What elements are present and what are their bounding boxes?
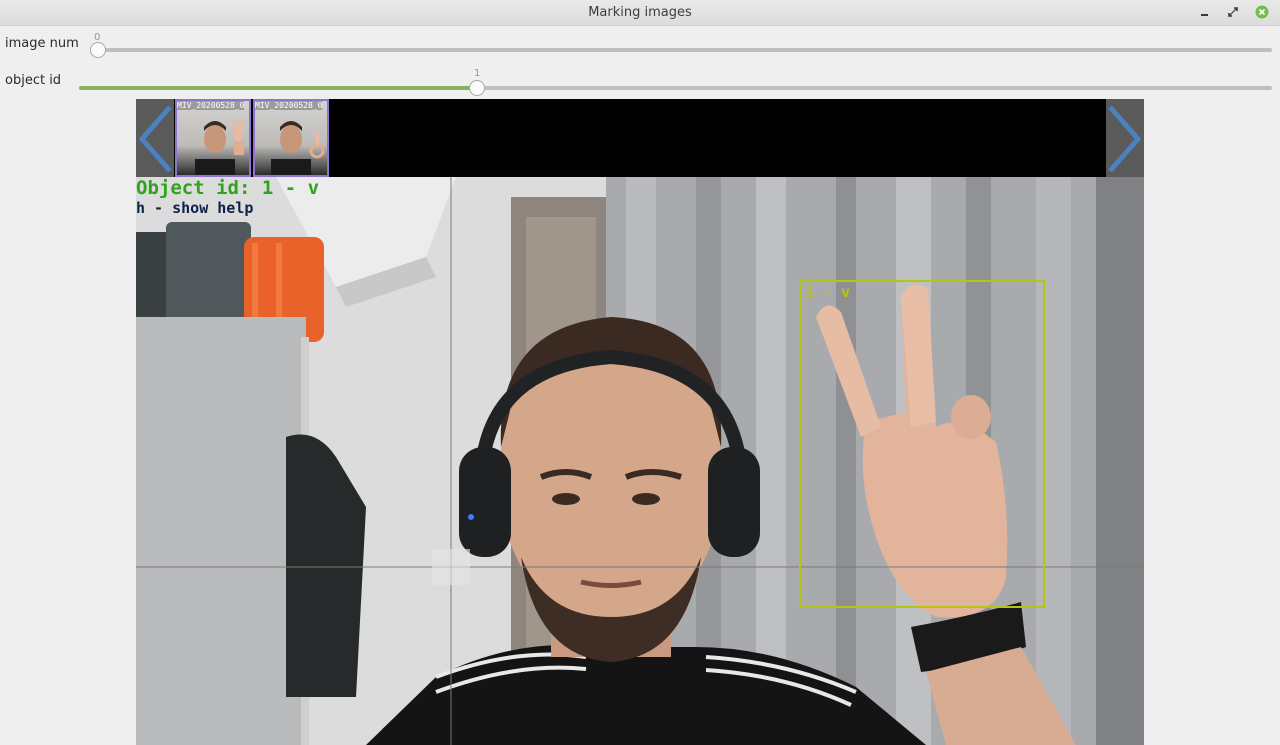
- thumbnail-strip: MIV_20200528_0 MIV_20200528_0: [136, 99, 1144, 177]
- photo-scene[interactable]: Object id: 1 - v h - show help 1 - v: [136, 177, 1144, 745]
- object-id-value: 1: [474, 68, 481, 79]
- image-num-slider[interactable]: [90, 48, 1272, 52]
- close-icon[interactable]: [1255, 5, 1269, 19]
- next-image-button[interactable]: [1106, 99, 1144, 177]
- image-num-label: image num: [5, 36, 79, 51]
- thumbnail-image: [195, 118, 244, 175]
- thumbnail-item[interactable]: MIV_20200528_0: [253, 99, 329, 177]
- title-bar: Marking images: [0, 0, 1280, 26]
- object-id-slider[interactable]: [79, 86, 1272, 90]
- object-id-label: object id: [5, 73, 62, 88]
- object-id-slider-thumb[interactable]: [469, 80, 485, 96]
- maximize-icon[interactable]: [1226, 5, 1240, 19]
- window-title: Marking images: [588, 5, 692, 20]
- chevron-left-icon: [138, 105, 172, 173]
- prev-image-button[interactable]: [136, 99, 174, 177]
- bounding-box-label: 1 - v: [805, 283, 851, 301]
- thumbnail-label: MIV_20200528_0: [177, 101, 245, 110]
- thumbnail-item[interactable]: MIV_20200528_0: [175, 99, 251, 177]
- bounding-box[interactable]: 1 - v: [799, 280, 1045, 608]
- minimize-icon[interactable]: [1198, 5, 1212, 19]
- object-id-overlay: Object id: 1 - v: [136, 177, 320, 199]
- thumbnail-label: MIV_20200528_0: [255, 101, 323, 110]
- thumbnail-image: [271, 121, 325, 175]
- image-num-slider-thumb[interactable]: [90, 42, 106, 58]
- chevron-right-icon: [1108, 105, 1142, 173]
- object-id-slider-fill: [79, 86, 477, 90]
- help-hint-overlay: h - show help: [136, 199, 254, 217]
- image-canvas[interactable]: MIV_20200528_0 MIV_20200528_0 Object id:…: [136, 99, 1144, 745]
